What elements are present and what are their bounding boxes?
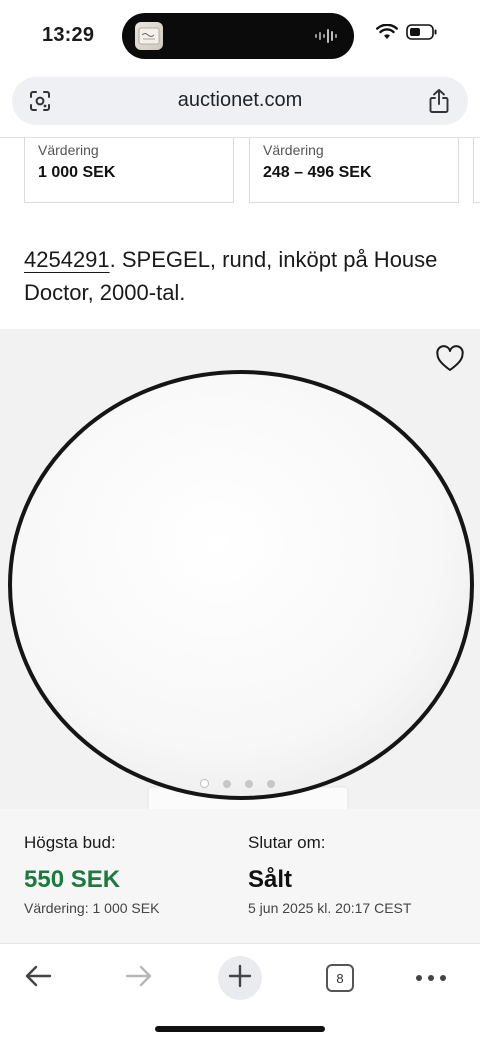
card-value: 248 – 496 SEK — [263, 164, 372, 181]
share-icon[interactable] — [428, 88, 450, 119]
forward-arrow-icon — [124, 964, 154, 993]
end-time: 5 jun 2025 kl. 20:17 CEST — [248, 900, 412, 916]
now-playing-thumbnail — [135, 22, 163, 50]
plus-icon — [228, 964, 252, 993]
browser-toolbar: 8 — [0, 943, 480, 1041]
forward-button[interactable] — [117, 956, 161, 1000]
related-item-card[interactable]: Värdering 1 000 SEK — [24, 138, 234, 203]
pagination-dot[interactable] — [245, 779, 253, 788]
pagination-dot[interactable] — [223, 779, 231, 788]
auction-status: Sålt — [248, 866, 293, 893]
address-bar[interactable]: auctionet.com — [12, 77, 468, 125]
url-text[interactable]: auctionet.com — [12, 89, 468, 112]
valuation-text: Värdering: 1 000 SEK — [24, 900, 160, 916]
ends-label: Slutar om: — [248, 833, 326, 852]
lot-image-gallery[interactable] — [0, 329, 480, 809]
status-icons — [376, 23, 438, 45]
lot-title: 4254291. SPEGEL, rund, inköpt på House D… — [24, 243, 454, 309]
back-button[interactable] — [16, 956, 60, 1000]
card-label: Värdering — [263, 142, 324, 158]
battery-icon — [406, 24, 438, 45]
more-icon — [415, 969, 447, 987]
audio-wave-icon — [314, 28, 340, 49]
new-tab-button[interactable] — [218, 956, 262, 1000]
related-item-card[interactable]: Värdering 248 – 496 SEK — [249, 138, 459, 203]
menu-button[interactable] — [409, 956, 453, 1000]
wifi-icon — [376, 23, 398, 45]
pagination-dot[interactable] — [200, 779, 209, 788]
lot-number-link[interactable]: 4254291 — [24, 247, 110, 272]
status-bar: 13:29 — [0, 0, 480, 72]
back-arrow-icon — [23, 964, 53, 993]
lot-image — [0, 329, 480, 809]
bid-info-panel: Högsta bud: 550 SEK Värdering: 1 000 SEK… — [0, 809, 480, 943]
highest-bid-section: Högsta bud: 550 SEK Värdering: 1 000 SEK — [24, 833, 159, 916]
tabs-button[interactable]: 8 — [318, 956, 362, 1000]
status-time: 13:29 — [42, 24, 95, 46]
related-item-card[interactable] — [473, 138, 480, 203]
related-items-carousel[interactable]: Värdering 1 000 SEK Värdering 248 – 496 … — [0, 138, 480, 204]
highest-bid-amount: 550 SEK — [24, 866, 121, 893]
end-time-section: Slutar om: Sålt 5 jun 2025 kl. 20:17 CES… — [248, 833, 411, 916]
home-indicator[interactable] — [155, 1026, 325, 1032]
card-value: 1 000 SEK — [38, 164, 116, 181]
tab-count: 8 — [326, 964, 354, 992]
card-label: Värdering — [38, 142, 99, 158]
heart-icon[interactable] — [432, 341, 468, 377]
gallery-pagination[interactable] — [200, 779, 275, 788]
dynamic-island[interactable] — [122, 13, 354, 59]
pagination-dot[interactable] — [267, 779, 275, 788]
highest-bid-label: Högsta bud: — [24, 833, 116, 852]
